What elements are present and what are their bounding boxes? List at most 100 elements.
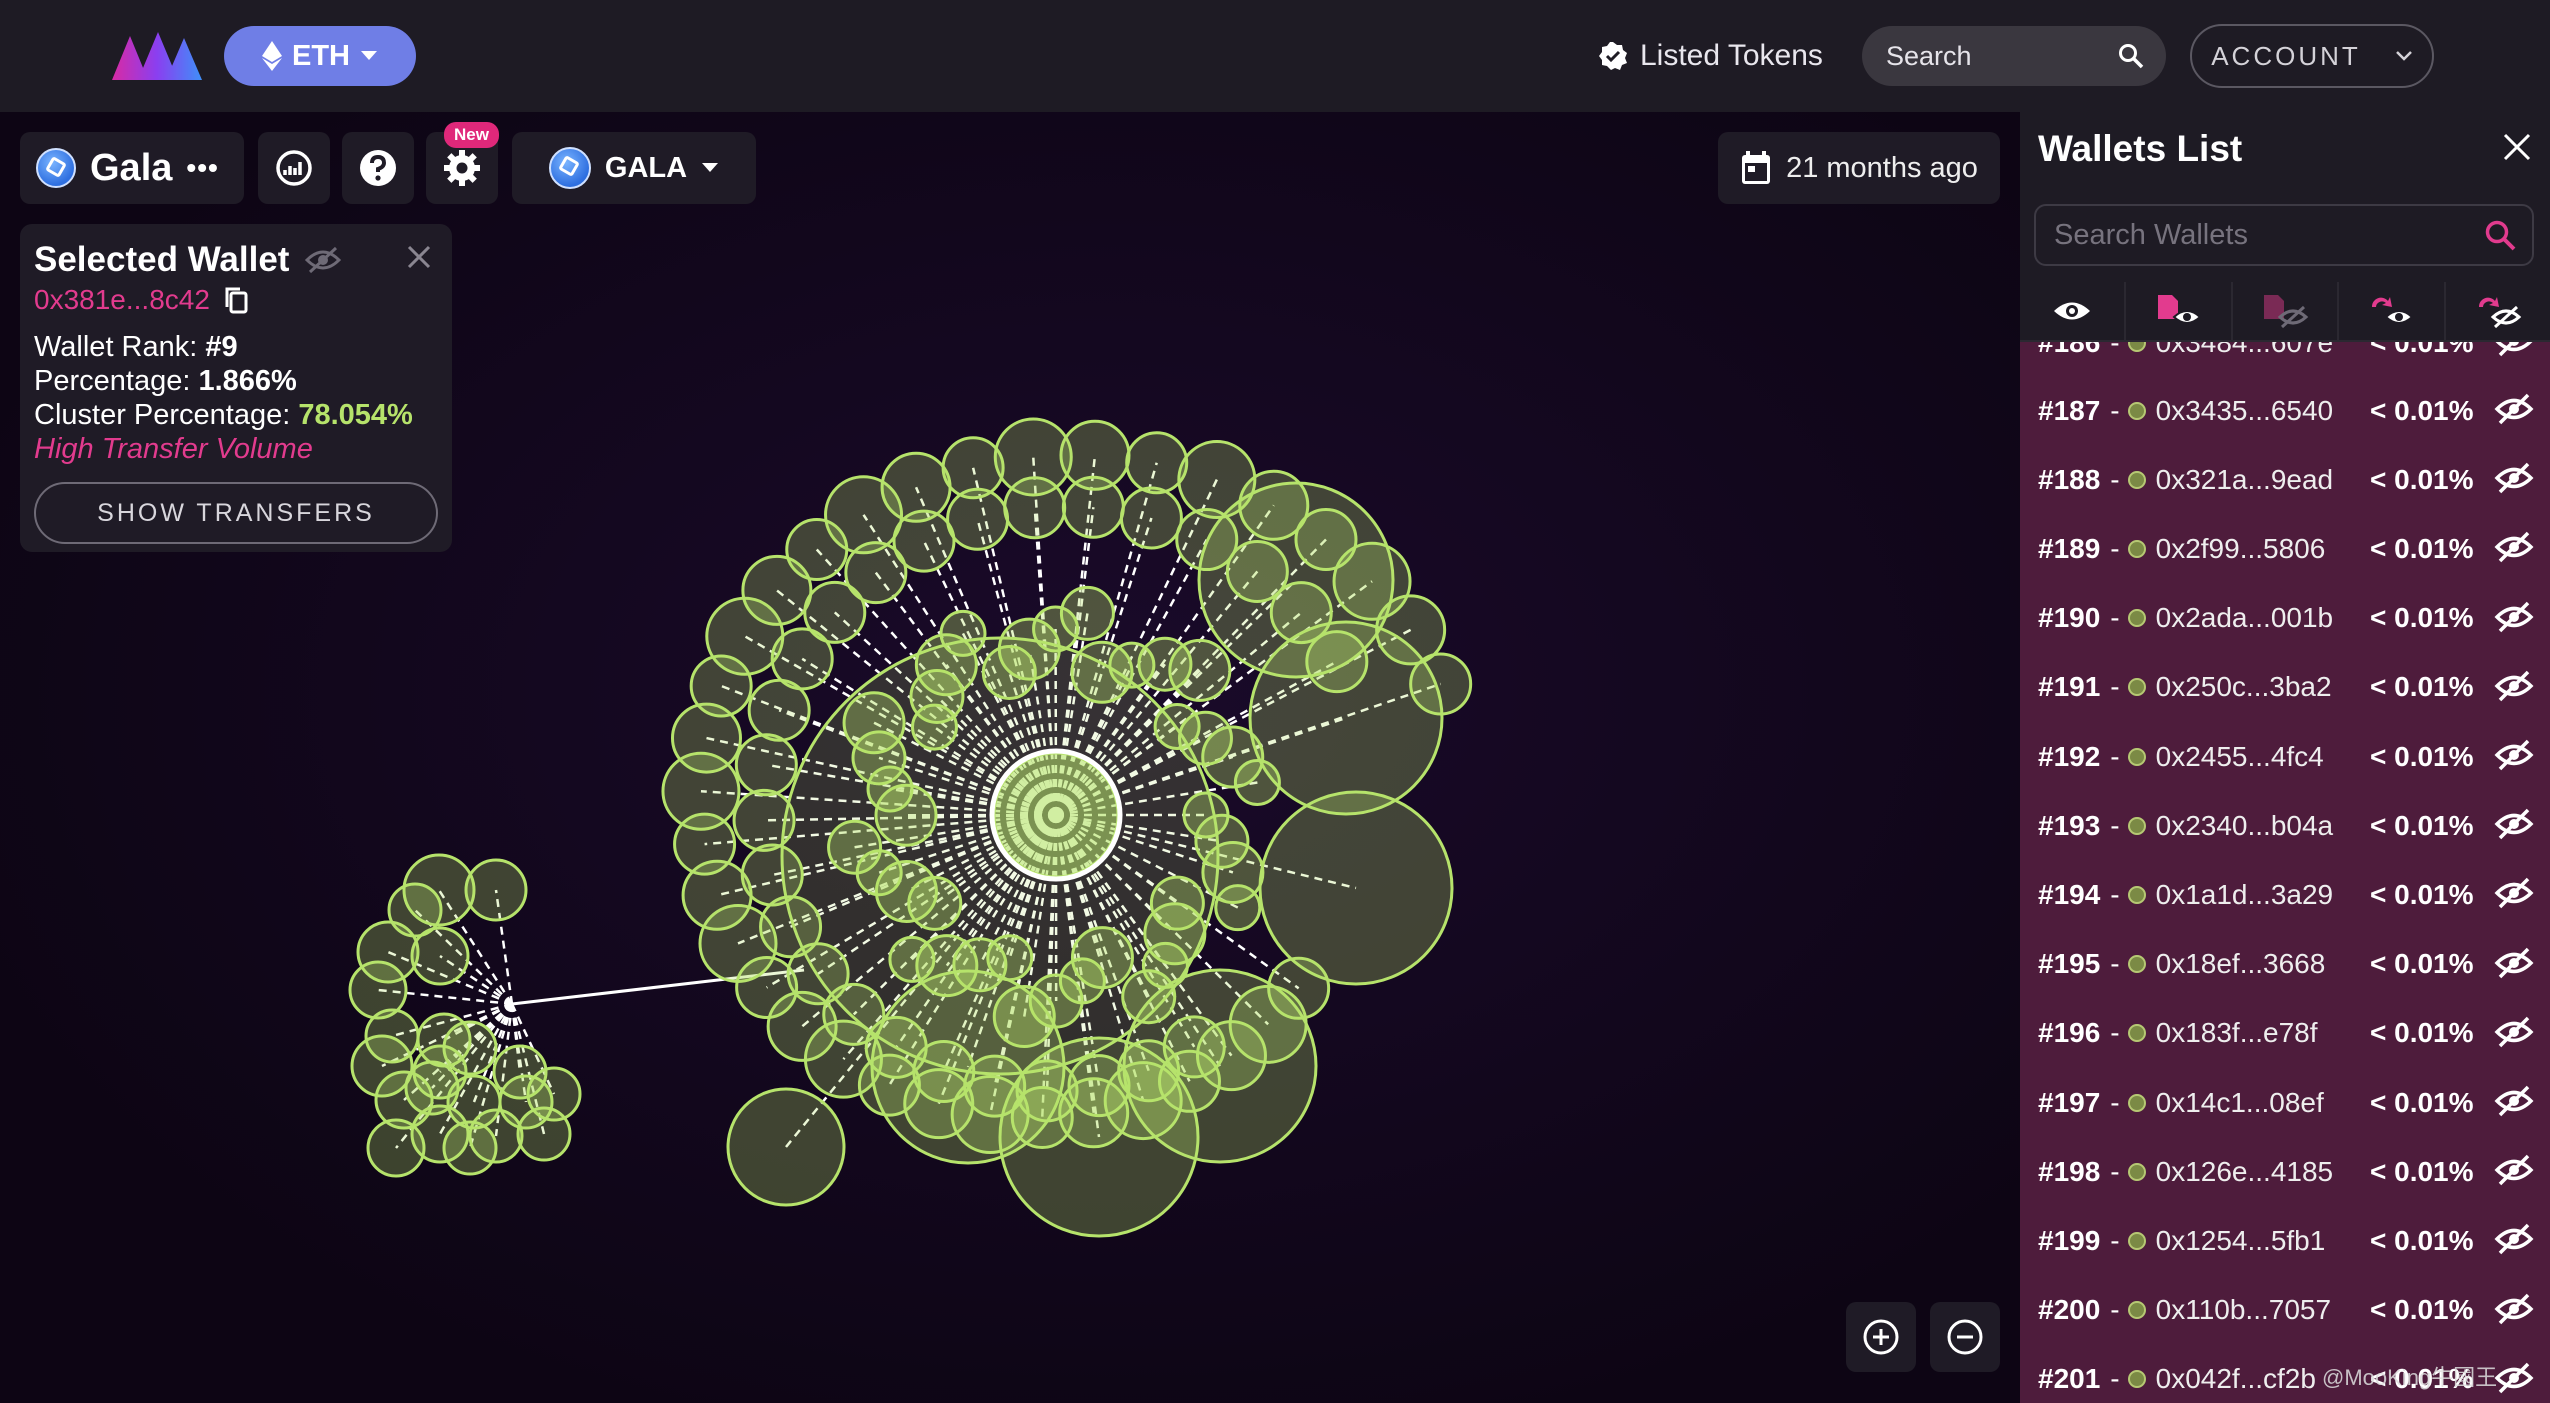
- wallet-rank: #188: [2038, 463, 2101, 495]
- wallet-percentage: < 0.01%: [2370, 1155, 2474, 1187]
- eye-off-icon[interactable]: [2494, 946, 2534, 980]
- eye-off-icon[interactable]: [2494, 392, 2534, 426]
- eye-off-icon[interactable]: [2494, 1222, 2534, 1256]
- close-icon[interactable]: [2502, 132, 2532, 162]
- list-item[interactable]: #189-0x2f99...5806 < 0.01%: [2020, 514, 2550, 583]
- eye-off-icon[interactable]: [2494, 669, 2534, 703]
- wallet-bubble[interactable]: [870, 969, 1066, 1165]
- filter-all-visible[interactable]: [2020, 282, 2127, 340]
- wallet-address[interactable]: 0x381e...8c42: [34, 284, 210, 316]
- wallets-list[interactable]: #186- 0x3484...607e < 0.01% #187-0x3435.…: [2020, 342, 2550, 1403]
- filter-exchanges-visible[interactable]: [2339, 282, 2446, 340]
- wallet-bubble[interactable]: [1059, 585, 1115, 641]
- eye-off-icon[interactable]: [2494, 461, 2534, 495]
- list-item[interactable]: #186- 0x3484...607e < 0.01%: [2020, 342, 2550, 377]
- list-item[interactable]: #194-0x1a1d...3a29 < 0.01%: [2020, 860, 2550, 929]
- eye-off-icon[interactable]: [2494, 1361, 2534, 1395]
- list-item[interactable]: #200-0x110b...7057 < 0.01%: [2020, 1276, 2550, 1345]
- wallet-search-box[interactable]: [2034, 204, 2534, 266]
- ethereum-icon: [262, 41, 282, 71]
- eye-off-icon[interactable]: [2494, 342, 2534, 358]
- zoom-in-icon: [1863, 1319, 1899, 1355]
- eye-off-icon[interactable]: [2494, 1292, 2534, 1326]
- wallet-address: 0x14c1...08ef: [2155, 1086, 2324, 1118]
- wallet-color-dot: [2127, 470, 2146, 489]
- wallet-bubble[interactable]: [1214, 884, 1262, 932]
- wallet-bubble[interactable]: [1258, 790, 1454, 986]
- search-icon[interactable]: [2484, 219, 2516, 251]
- wallet-bubble[interactable]: [1248, 620, 1444, 816]
- wallet-address: 0x18ef...3668: [2155, 948, 2326, 980]
- more-options-button[interactable]: •••: [186, 152, 218, 184]
- wallet-tag: High Transfer Volume: [34, 433, 313, 465]
- wallet-color-dot: [2127, 609, 2146, 628]
- wallet-rank: #195: [2038, 948, 2101, 980]
- list-item[interactable]: #193-0x2340...b04a < 0.01%: [2020, 791, 2550, 860]
- wallet-bubble[interactable]: [1125, 431, 1189, 495]
- close-icon[interactable]: [406, 244, 432, 270]
- list-item[interactable]: #198-0x126e...4185 < 0.01%: [2020, 1137, 2550, 1206]
- list-item[interactable]: #195-0x18ef...3668 < 0.01%: [2020, 930, 2550, 999]
- eye-off-icon[interactable]: [2494, 1084, 2534, 1118]
- eye-off-icon[interactable]: [2494, 807, 2534, 841]
- wallet-bubble[interactable]: [732, 788, 796, 852]
- eye-off-icon[interactable]: [305, 246, 342, 274]
- selected-wallet-bubble[interactable]: [992, 751, 1120, 879]
- wallet-search-input[interactable]: [2052, 217, 2456, 253]
- help-button[interactable]: [342, 132, 414, 204]
- wallet-bubble[interactable]: [516, 1106, 572, 1162]
- eye-off-icon[interactable]: [2494, 1153, 2534, 1187]
- eye-off-icon[interactable]: [2494, 876, 2534, 910]
- eye-off-icon[interactable]: [2494, 738, 2534, 772]
- account-button[interactable]: ACCOUNT: [2190, 24, 2434, 88]
- search-icon[interactable]: [2118, 43, 2144, 69]
- filter-contracts-visible[interactable]: [2126, 282, 2233, 340]
- network-selector-button[interactable]: ETH: [224, 26, 416, 86]
- wallet-bubble[interactable]: [734, 733, 798, 797]
- wallet-bubble[interactable]: [442, 1020, 498, 1076]
- token-info-pill[interactable]: Gala •••: [20, 132, 244, 204]
- token-name: Gala: [90, 146, 173, 189]
- copy-icon[interactable]: [224, 286, 248, 314]
- list-item[interactable]: #191-0x250c...3ba2 < 0.01%: [2020, 653, 2550, 722]
- wallet-bubble[interactable]: [1003, 476, 1067, 540]
- list-item[interactable]: #196-0x183f...e78f < 0.01%: [2020, 999, 2550, 1068]
- list-item[interactable]: #192-0x2455...4fc4 < 0.01%: [2020, 722, 2550, 791]
- zoom-in-button[interactable]: [1846, 1302, 1916, 1372]
- zoom-out-button[interactable]: [1930, 1302, 2000, 1372]
- top-search-box[interactable]: [1862, 26, 2166, 86]
- list-item[interactable]: #188-0x321a...9ead < 0.01%: [2020, 445, 2550, 514]
- wallet-bubble[interactable]: [1119, 486, 1183, 550]
- filter-contracts-hidden[interactable]: [2233, 282, 2340, 340]
- date-label: 21 months ago: [1786, 151, 1978, 184]
- wallet-bubble[interactable]: [387, 882, 443, 938]
- wallet-bubble[interactable]: [1061, 475, 1125, 539]
- wallet-bubble[interactable]: [726, 1087, 846, 1207]
- wallet-address: 0x321a...9ead: [2155, 463, 2334, 495]
- date-range-button[interactable]: 21 months ago: [1718, 132, 2000, 204]
- list-item[interactable]: #199-0x1254...5fb1 < 0.01%: [2020, 1206, 2550, 1275]
- chart-button[interactable]: [258, 132, 330, 204]
- wallet-color-dot: [2127, 678, 2146, 697]
- wallet-bubble[interactable]: [747, 678, 811, 742]
- list-item[interactable]: #197-0x14c1...08ef < 0.01%: [2020, 1068, 2550, 1137]
- wallet-bubble[interactable]: [1168, 638, 1232, 702]
- gear-icon: [444, 150, 480, 186]
- eye-off-icon[interactable]: [2494, 530, 2534, 564]
- wallet-bubble[interactable]: [464, 858, 528, 922]
- token-selector-button[interactable]: GALA: [512, 132, 756, 204]
- list-item[interactable]: #187-0x3435...6540 < 0.01%: [2020, 376, 2550, 445]
- wallet-bubble[interactable]: [946, 487, 1010, 551]
- wallet-address: 0x126e...4185: [2155, 1155, 2334, 1187]
- wallet-rank: #192: [2038, 740, 2101, 772]
- listed-tokens-link[interactable]: Listed Tokens: [1598, 32, 1823, 80]
- show-transfers-button[interactable]: SHOW TRANSFERS: [34, 482, 438, 544]
- wallet-bubble[interactable]: [492, 1044, 548, 1100]
- eye-off-icon[interactable]: [2494, 600, 2534, 634]
- top-search-input[interactable]: [1884, 39, 2098, 73]
- bubblemaps-logo[interactable]: [108, 28, 204, 84]
- eye-off-icon[interactable]: [2494, 1015, 2534, 1049]
- filter-exchanges-hidden[interactable]: [2446, 282, 2550, 340]
- list-item[interactable]: #190-0x2ada...001b < 0.01%: [2020, 584, 2550, 653]
- wallet-address: 0x2340...b04a: [2155, 809, 2334, 841]
